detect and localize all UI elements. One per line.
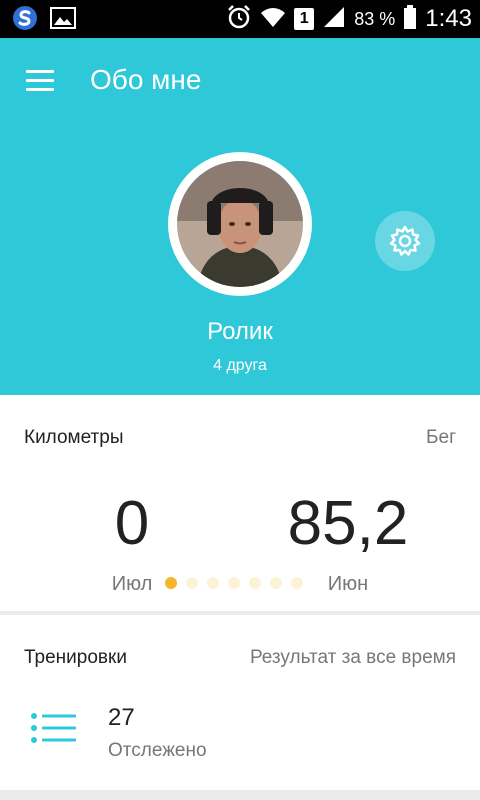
- clock: 1:43: [425, 5, 472, 32]
- battery-percent: 83 %: [354, 8, 396, 29]
- app-s-icon: [12, 5, 38, 36]
- page-title: Обо мне: [90, 64, 202, 95]
- signal-icon: [322, 5, 346, 34]
- page-dot: [186, 577, 198, 589]
- user-photo: [177, 161, 303, 287]
- page-dot: [270, 577, 282, 589]
- page-dot: [249, 577, 261, 589]
- page-dot: [228, 577, 240, 589]
- alarm-icon: [226, 4, 252, 35]
- trainings-title: Тренировки: [24, 647, 127, 668]
- page-dot: [291, 577, 303, 589]
- page-dot: [165, 577, 177, 589]
- trainings-filter[interactable]: Результат за все время: [250, 647, 456, 669]
- wifi-icon: [260, 5, 286, 34]
- kilometers-title: Километры: [24, 427, 124, 448]
- user-name: Ролик: [207, 318, 273, 345]
- profile-header: Обо мне Ролик 4 друга: [0, 38, 480, 395]
- kilometers-card[interactable]: Километры Бег 0 Июл 85,2 Июн: [0, 395, 480, 611]
- stat-value: 85,2: [287, 489, 409, 558]
- stat-value: 0: [114, 489, 150, 558]
- gear-icon: [389, 225, 421, 256]
- menu-button[interactable]: [26, 70, 56, 92]
- trainings-count-label: Отслежено: [108, 740, 207, 761]
- activity-type-selector[interactable]: Бег: [426, 427, 456, 449]
- status-bar: 1 83 % 1:43: [0, 0, 480, 38]
- settings-button[interactable]: [375, 211, 435, 271]
- list-icon: [31, 713, 76, 743]
- page-indicator[interactable]: [165, 577, 303, 589]
- page-dot: [207, 577, 219, 589]
- sim-slot-badge: 1: [294, 8, 315, 30]
- avatar[interactable]: [168, 152, 312, 296]
- friends-count-link[interactable]: 4 друга: [0, 357, 480, 375]
- battery-icon: [403, 4, 417, 35]
- trainings-card[interactable]: Тренировки Результат за все время 27 Отс…: [0, 615, 480, 790]
- image-notification-icon: [50, 7, 76, 34]
- trainings-count: 27: [108, 704, 135, 731]
